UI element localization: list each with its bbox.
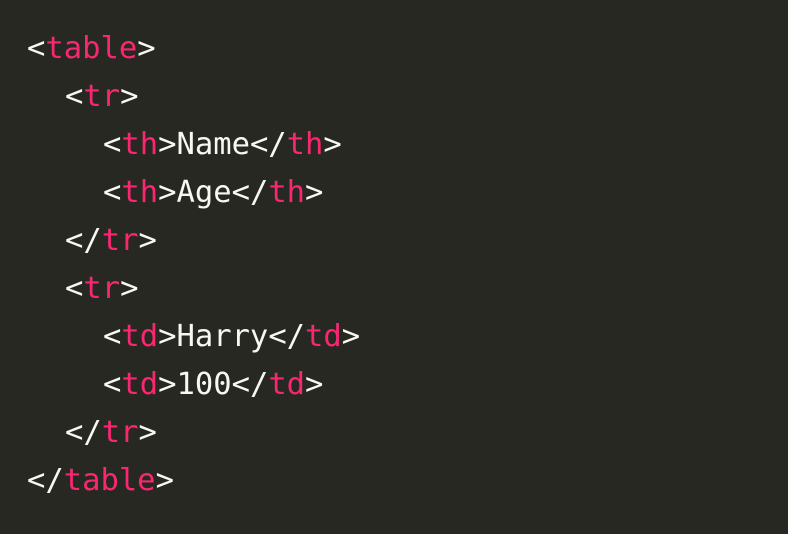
code-line-tr-open-2: <tr> [27, 265, 788, 313]
tag-name: td [121, 367, 159, 402]
text-content: 100 [176, 367, 232, 402]
tag-name: table [45, 31, 138, 66]
text-content: Name [176, 127, 250, 162]
close-bracket: > [158, 127, 177, 162]
end-open-bracket: </ [268, 319, 306, 354]
code-line-th-age: <th>Age</th> [27, 169, 788, 217]
code-line-table-open: <table> [27, 25, 788, 73]
end-tag-name: td [268, 367, 306, 402]
open-bracket: < [103, 319, 122, 354]
code-line-td-harry: <td>Harry</td> [27, 313, 788, 361]
close-bracket: > [138, 223, 157, 258]
close-bracket: > [120, 79, 139, 114]
close-bracket: > [158, 175, 177, 210]
tag-name: tr [101, 415, 139, 450]
tag-name: tr [83, 271, 121, 306]
end-close-bracket: > [323, 127, 342, 162]
open-bracket: </ [65, 223, 102, 258]
tag-name: tr [83, 79, 121, 114]
close-bracket: > [120, 271, 139, 306]
open-bracket: </ [65, 415, 102, 450]
end-close-bracket: > [305, 175, 324, 210]
text-content: Harry [176, 319, 269, 354]
tag-name: th [121, 175, 159, 210]
end-open-bracket: </ [231, 367, 269, 402]
open-bracket: < [103, 127, 122, 162]
close-bracket: > [158, 319, 177, 354]
open-bracket: < [103, 175, 122, 210]
close-bracket: > [137, 31, 156, 66]
code-line-td-100: <td>100</td> [27, 361, 788, 409]
open-bracket: </ [27, 463, 64, 498]
end-tag-name: td [305, 319, 342, 354]
end-open-bracket: </ [249, 127, 287, 162]
code-editor: <table> <tr> <th>Name</th> <th>Age</th> … [0, 0, 788, 534]
end-tag-name: th [268, 175, 306, 210]
close-bracket: > [158, 367, 177, 402]
end-tag-name: th [286, 127, 324, 162]
code-line-tr-open: <tr> [27, 73, 788, 121]
text-content: Age [176, 175, 232, 210]
tag-name: table [63, 463, 156, 498]
close-bracket: > [138, 415, 157, 450]
end-close-bracket: > [305, 367, 324, 402]
code-line-tr-close-2: </tr> [27, 409, 788, 457]
open-bracket: < [103, 367, 122, 402]
open-bracket: < [27, 31, 46, 66]
code-line-tr-close: </tr> [27, 217, 788, 265]
open-bracket: < [65, 79, 84, 114]
code-line-table-close: </table> [27, 457, 788, 505]
open-bracket: < [65, 271, 84, 306]
code-line-th-name: <th>Name</th> [27, 121, 788, 169]
tag-name: td [121, 319, 159, 354]
end-open-bracket: </ [231, 175, 269, 210]
close-bracket: > [155, 463, 174, 498]
tag-name: tr [101, 223, 139, 258]
tag-name: th [121, 127, 159, 162]
end-close-bracket: > [341, 319, 361, 354]
